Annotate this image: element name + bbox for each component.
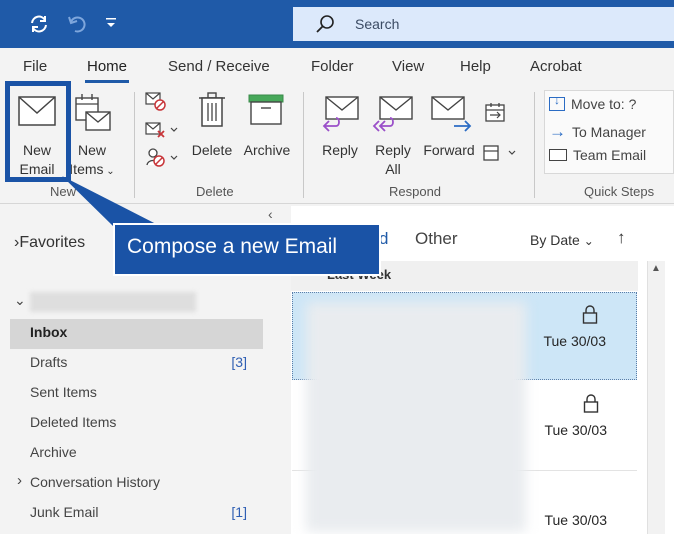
folder-deleted-items[interactable]: Deleted Items xyxy=(30,414,116,430)
undo-icon[interactable] xyxy=(66,13,88,35)
trash-icon xyxy=(199,92,225,127)
ribbon-separator xyxy=(134,92,135,198)
tab-other[interactable]: Other xyxy=(415,229,458,249)
quick-step-move-to-label: Move to: ? xyxy=(571,96,637,112)
tab-send-receive[interactable]: Send / Receive xyxy=(168,58,270,75)
forward-icon xyxy=(431,96,472,132)
folder-archive[interactable]: Archive xyxy=(30,444,77,460)
tab-home[interactable]: Home xyxy=(84,58,130,83)
group-label-respond: Respond xyxy=(389,184,442,199)
scrollbar[interactable]: ▲ xyxy=(647,261,665,534)
delete-button[interactable]: Delete xyxy=(188,90,234,178)
forward-label: Forward xyxy=(423,142,475,158)
lock-icon xyxy=(583,394,599,413)
meeting-icon[interactable] xyxy=(485,102,505,122)
group-label-new: New xyxy=(50,184,77,199)
ribbon: New Email New Items ⌄ New Delete Archive… xyxy=(0,84,674,204)
more-respond-icon[interactable] xyxy=(483,142,519,164)
reply-all-label-line1: Reply xyxy=(375,142,411,158)
tab-file[interactable]: File xyxy=(23,58,47,75)
folder-junk-email-count: [1] xyxy=(231,504,247,520)
account-header[interactable]: ⌄ xyxy=(14,292,196,312)
quick-step-to-manager[interactable]: → To Manager xyxy=(549,122,646,142)
callout-text: Compose a new Email xyxy=(127,235,338,258)
move-to-icon: ↓ xyxy=(549,94,565,111)
reply-all-label-line2: All xyxy=(385,161,401,177)
sync-icon[interactable] xyxy=(28,13,50,35)
junk-icon[interactable] xyxy=(145,146,181,168)
ribbon-separator xyxy=(303,92,304,198)
tab-folder[interactable]: Folder xyxy=(311,58,354,75)
search-placeholder: Search xyxy=(355,16,400,32)
folder-conversation-history[interactable]: Conversation History xyxy=(30,474,160,490)
tab-help[interactable]: Help xyxy=(460,58,491,75)
tab-view[interactable]: View xyxy=(392,58,424,75)
chevron-down-icon: ⌄ xyxy=(14,292,26,308)
folder-inbox[interactable]: Inbox xyxy=(30,324,67,340)
quick-step-to-manager-label: To Manager xyxy=(572,124,646,140)
arrow-right-icon: → xyxy=(549,122,566,141)
favorites-label: Favorites xyxy=(19,234,86,251)
group-label-delete: Delete xyxy=(196,184,234,199)
sort-direction-icon[interactable]: ↑ xyxy=(617,228,626,248)
forward-button[interactable]: Forward xyxy=(420,90,478,178)
folder-sent-items[interactable]: Sent Items xyxy=(30,384,97,400)
archive-icon xyxy=(248,94,284,125)
chevron-down-icon: ⌄ xyxy=(103,166,115,177)
folder-drafts[interactable]: Drafts xyxy=(30,354,67,370)
reply-all-icon xyxy=(372,96,413,132)
quick-step-team-email-label: Team Email xyxy=(573,147,647,163)
quick-step-team-email[interactable]: Team Email xyxy=(549,147,646,163)
clean-up-icon[interactable] xyxy=(145,120,181,140)
search-box[interactable]: Search xyxy=(293,7,674,41)
tab-acrobat[interactable]: Acrobat xyxy=(530,58,582,75)
message-date: Tue 30/03 xyxy=(544,422,607,438)
message-date: Tue 30/03 xyxy=(543,333,606,349)
reply-label: Reply xyxy=(322,142,358,158)
chevron-right-icon[interactable]: › xyxy=(17,472,22,489)
group-label-quick-steps: Quick Steps xyxy=(584,184,655,199)
customize-qat-icon[interactable] xyxy=(104,16,118,32)
folder-drafts-count: [3] xyxy=(231,354,247,370)
archive-button[interactable]: Archive xyxy=(240,90,292,178)
title-bar: Search xyxy=(0,0,674,48)
reply-all-button[interactable]: Reply All xyxy=(368,90,418,178)
archive-label: Archive xyxy=(243,142,291,158)
reply-button[interactable]: Reply xyxy=(316,90,364,178)
reply-icon xyxy=(322,96,359,132)
redacted-message-content xyxy=(306,302,526,532)
sort-by-date[interactable]: By Date ⌄ xyxy=(530,232,594,248)
folder-junk-email[interactable]: Junk Email xyxy=(30,504,98,520)
search-icon xyxy=(316,15,334,33)
new-items-button[interactable]: New Items ⌄ xyxy=(68,90,118,178)
message-date: Tue 30/03 xyxy=(544,512,607,528)
new-items-label-line2: Items xyxy=(69,161,104,177)
new-email-highlight xyxy=(5,81,71,182)
chevron-down-icon: ⌄ xyxy=(583,234,594,248)
callout-tooltip: Compose a new Email xyxy=(113,223,381,276)
lock-icon xyxy=(582,305,598,324)
new-items-icon xyxy=(75,94,111,131)
collapse-pane-icon[interactable]: ‹ xyxy=(268,206,273,222)
ignore-icon[interactable] xyxy=(145,92,167,112)
menu-bar: File Home Send / Receive Folder View Hel… xyxy=(0,48,674,84)
quick-step-move-to[interactable]: ↓ Move to: ? xyxy=(549,94,637,112)
favorites-header[interactable]: ›Favorites xyxy=(14,234,85,252)
account-name-redacted xyxy=(30,292,196,312)
new-items-label-line1: New xyxy=(77,142,106,158)
envelope-icon xyxy=(549,149,567,161)
sort-label: By Date xyxy=(530,232,580,248)
delete-label: Delete xyxy=(191,142,233,158)
scroll-up-icon[interactable]: ▲ xyxy=(651,263,661,274)
ribbon-separator xyxy=(534,92,535,198)
